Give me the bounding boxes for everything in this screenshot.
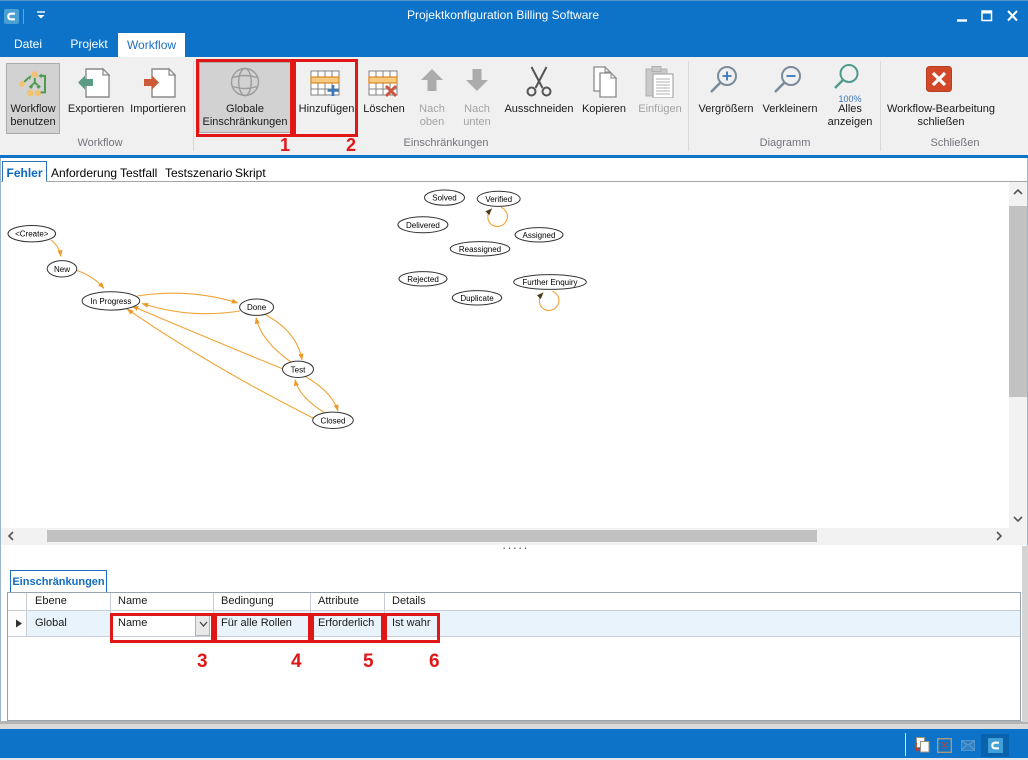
svg-text:Reassigned: Reassigned: [459, 245, 501, 254]
svg-text:Delivered: Delivered: [406, 221, 440, 230]
svg-text:Further Enquiry: Further Enquiry: [522, 278, 577, 287]
svg-text:Done: Done: [247, 303, 267, 312]
svg-text:Rejected: Rejected: [407, 275, 439, 284]
svg-text:<Create>: <Create>: [15, 230, 49, 239]
svg-text:Duplicate: Duplicate: [460, 294, 494, 303]
svg-text:Assigned: Assigned: [523, 231, 556, 240]
svg-text:New: New: [54, 265, 70, 274]
svg-text:In Progress: In Progress: [90, 297, 131, 306]
svg-text:Closed: Closed: [321, 416, 346, 425]
svg-text:Verified: Verified: [485, 195, 512, 204]
svg-text:Solved: Solved: [432, 194, 456, 203]
svg-text:Test: Test: [291, 365, 306, 374]
